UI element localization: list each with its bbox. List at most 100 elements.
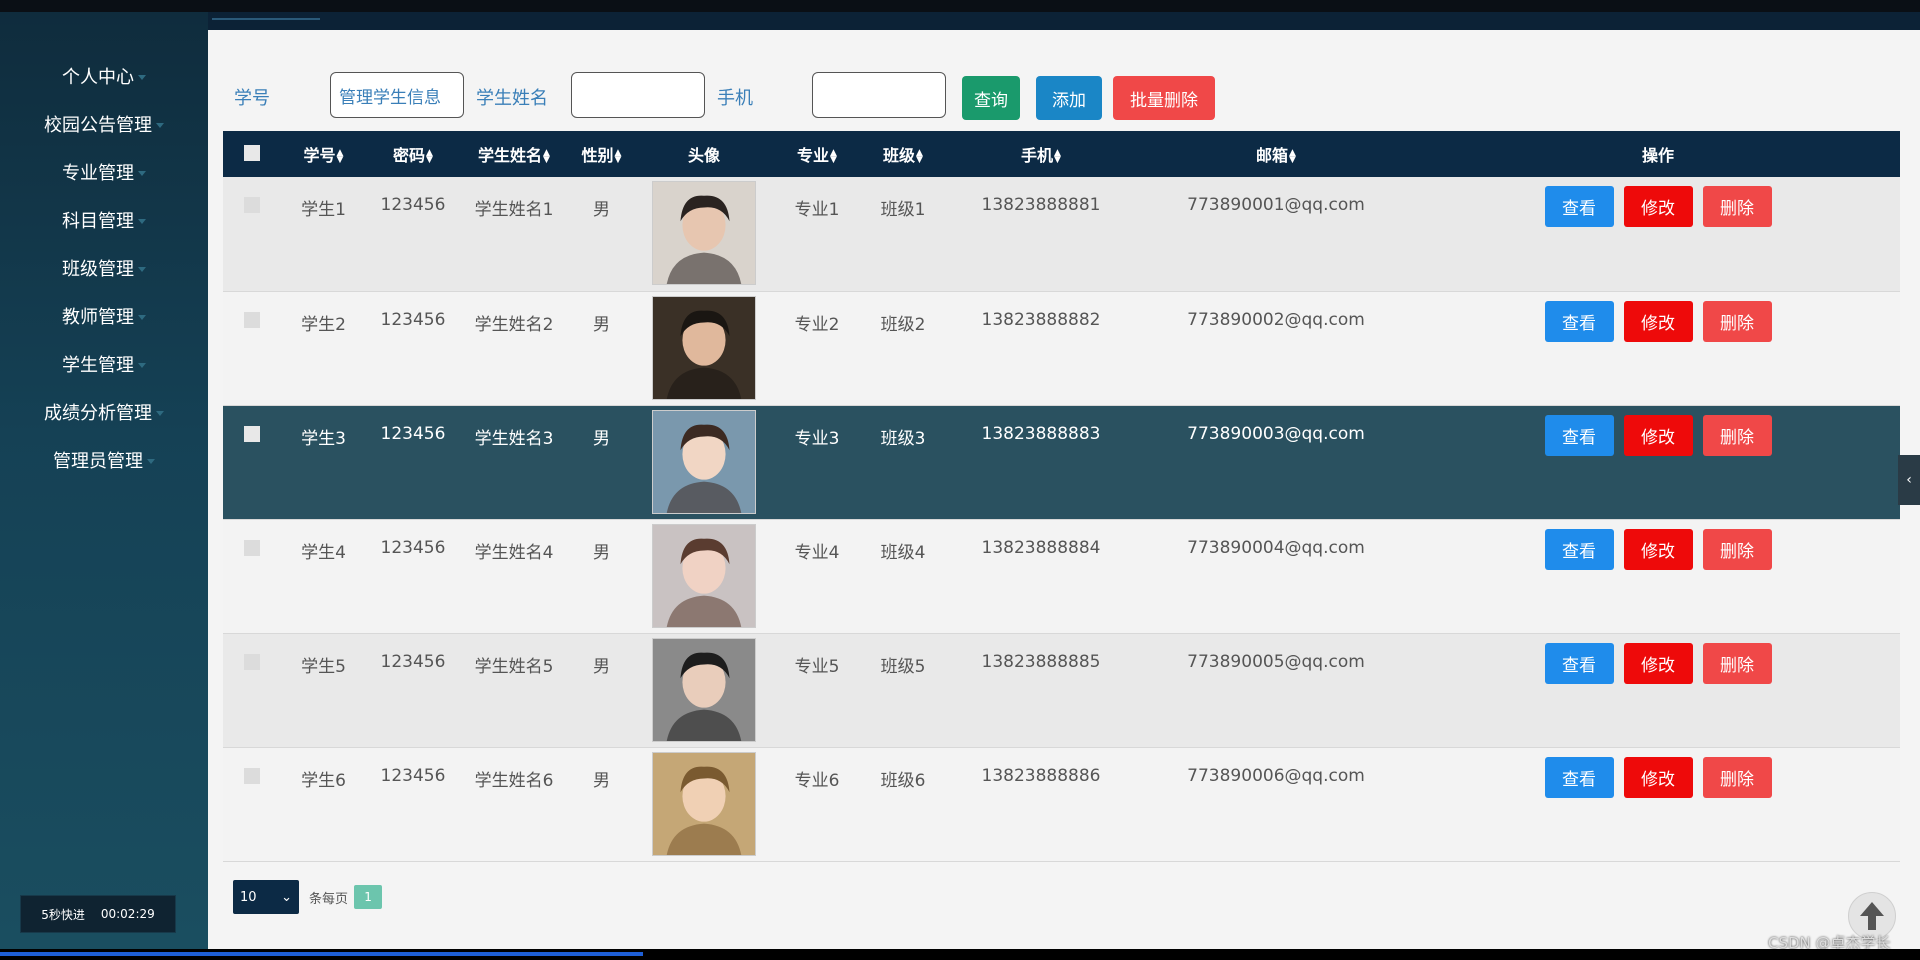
row-select-cell[interactable] [223, 519, 280, 633]
delete-button[interactable]: 删除 [1702, 756, 1772, 798]
avatar-photo[interactable] [652, 637, 756, 742]
query-button[interactable]: 查询 [962, 76, 1020, 120]
table-row[interactable]: 学生2 123456 学生姓名2 男 专业2 班级2 13823888882 77389000… [223, 291, 1900, 405]
arrow-up-icon [1860, 902, 1884, 930]
cell-id: 学生3 [301, 428, 346, 449]
video-progress-fill [0, 952, 644, 956]
edit-button[interactable]: 修改 [1623, 414, 1693, 456]
column-header-id[interactable]: 学号▲ ▼ [280, 131, 367, 177]
delete-button[interactable]: 删除 [1702, 528, 1772, 570]
cell-actions: 查看 修改 删除 [1416, 747, 1900, 861]
cell-avatar [634, 405, 774, 519]
row-checkbox[interactable] [243, 197, 260, 213]
avatar-photo[interactable] [652, 409, 756, 514]
sort-icon[interactable]: ▲ ▼ [1054, 148, 1061, 164]
avatar-photo[interactable] [652, 181, 756, 285]
phone-input[interactable] [812, 72, 946, 118]
sort-icon[interactable]: ▲ ▼ [615, 148, 622, 164]
row-checkbox[interactable] [243, 425, 260, 442]
column-header-password[interactable]: 密码▲ ▼ [367, 131, 459, 177]
table-row[interactable]: 学生6 123456 学生姓名6 男 专业6 班级6 13823888886 77389000… [223, 747, 1900, 861]
column-header-email[interactable]: 邮箱▲ ▼ [1136, 131, 1416, 177]
pagination: 10 ⌄ 条每页 1 [233, 880, 383, 914]
avatar-photo[interactable] [652, 523, 756, 628]
table-row[interactable]: 学生4 123456 学生姓名4 男 专业4 班级4 13823888884 77389000… [223, 519, 1900, 633]
sidebar-item-teachers[interactable]: 教师管理 [0, 292, 208, 340]
caret-down-icon [156, 410, 164, 416]
cell-major: 专业1 [794, 200, 840, 220]
cell-major: 专业2 [794, 314, 840, 335]
student-name-input[interactable] [571, 72, 705, 118]
select-all-checkbox[interactable] [243, 145, 260, 161]
delete-button[interactable]: 删除 [1702, 186, 1772, 227]
edit-button[interactable]: 修改 [1623, 186, 1693, 227]
cell-phone: 13823888886 [981, 765, 1101, 786]
chevron-down-icon: ⌄ [281, 889, 292, 905]
row-checkbox[interactable] [243, 311, 260, 328]
add-button[interactable]: 添加 [1036, 76, 1102, 120]
view-button[interactable]: 查看 [1544, 756, 1614, 798]
view-button[interactable]: 查看 [1544, 300, 1614, 342]
sort-icon[interactable]: ▲ ▼ [1289, 148, 1296, 164]
page-number-current[interactable]: 1 [354, 885, 383, 909]
column-header-major[interactable]: 专业▲ ▼ [774, 131, 860, 177]
table-row[interactable]: 学生5 123456 学生姓名5 男 专业5 班级5 13823888885 77389000… [223, 633, 1900, 747]
cell-phone: 13823888885 [981, 651, 1101, 672]
sidebar-item-admins[interactable]: 管理员管理 [0, 436, 208, 484]
row-select-cell[interactable] [223, 291, 280, 405]
sort-icon[interactable]: ▲ ▼ [830, 148, 837, 164]
sidebar-item-subjects[interactable]: 科目管理 [0, 196, 208, 244]
cell-gender: 男 [593, 656, 610, 677]
sort-icon[interactable]: ▲ ▼ [543, 148, 550, 164]
delete-button[interactable]: 删除 [1702, 414, 1772, 456]
cell-class: 班级6 [880, 770, 926, 791]
select-all-header[interactable] [223, 131, 280, 177]
row-select-cell[interactable] [223, 747, 280, 861]
sidebar-item-students[interactable]: 学生管理 [0, 340, 208, 388]
sidebar-item-personal-center[interactable]: 个人中心 [0, 52, 208, 100]
row-checkbox[interactable] [243, 653, 260, 670]
sort-icon[interactable]: ▲ ▼ [916, 148, 923, 164]
sort-icon[interactable]: ▲ ▼ [337, 148, 344, 164]
column-header-phone[interactable]: 手机▲ ▼ [946, 131, 1136, 177]
column-header-class[interactable]: 班级▲ ▼ [860, 131, 946, 177]
column-header-gender[interactable]: 性别▲ ▼ [569, 131, 634, 177]
cell-class: 班级4 [880, 542, 926, 563]
student-id-input[interactable] [330, 72, 464, 118]
row-checkbox[interactable] [243, 539, 260, 556]
cell-phone: 13823888884 [981, 537, 1101, 558]
cell-actions: 查看 修改 删除 [1416, 291, 1900, 405]
student-table: 学号▲ ▼ 密码▲ ▼ 学生姓名▲ ▼ 性别▲ ▼ 头像 专业▲ ▼ 班级▲ ▼ 手机▲ ▼ … [223, 131, 1900, 862]
view-button[interactable]: 查看 [1544, 414, 1614, 456]
batch-delete-button[interactable]: 批量删除 [1113, 76, 1215, 120]
sidebar-item-majors[interactable]: 专业管理 [0, 148, 208, 196]
sidebar-item-announcements[interactable]: 校园公告管理 [0, 100, 208, 148]
edit-button[interactable]: 修改 [1623, 756, 1693, 798]
avatar-photo[interactable] [652, 751, 756, 856]
view-button[interactable]: 查看 [1544, 642, 1614, 684]
sidebar-item-label: 成绩分析管理 [44, 403, 152, 424]
page-size-select[interactable]: 10 ⌄ [233, 880, 299, 914]
delete-button[interactable]: 删除 [1702, 642, 1772, 684]
view-button[interactable]: 查看 [1544, 186, 1614, 227]
cell-phone: 13823888882 [981, 309, 1101, 330]
view-button[interactable]: 查看 [1544, 528, 1614, 570]
table-row[interactable]: 学生1 123456 学生姓名1 男 专业1 班级1 13823888881 77389000… [223, 177, 1900, 291]
sidebar-item-score-analysis[interactable]: 成绩分析管理 [0, 388, 208, 436]
avatar-photo[interactable] [652, 295, 756, 400]
row-select-cell[interactable] [223, 405, 280, 519]
column-header-name[interactable]: 学生姓名▲ ▼ [459, 131, 569, 177]
delete-button[interactable]: 删除 [1702, 300, 1772, 342]
row-select-cell[interactable] [223, 633, 280, 747]
fast-forward-timer[interactable]: 5秒快进 00:02:29 [20, 895, 176, 933]
table-row[interactable]: 学生3 123456 学生姓名3 男 专业3 班级3 13823888883 77389000… [223, 405, 1900, 519]
sidebar-item-classes[interactable]: 班级管理 [0, 244, 208, 292]
row-select-cell[interactable] [223, 177, 280, 291]
phone-label: 手机 [717, 88, 753, 109]
collapse-panel-tab[interactable]: ‹ [1898, 455, 1920, 505]
edit-button[interactable]: 修改 [1623, 300, 1693, 342]
edit-button[interactable]: 修改 [1623, 528, 1693, 570]
sort-icon[interactable]: ▲ ▼ [426, 148, 433, 164]
edit-button[interactable]: 修改 [1623, 642, 1693, 684]
row-checkbox[interactable] [243, 767, 260, 784]
